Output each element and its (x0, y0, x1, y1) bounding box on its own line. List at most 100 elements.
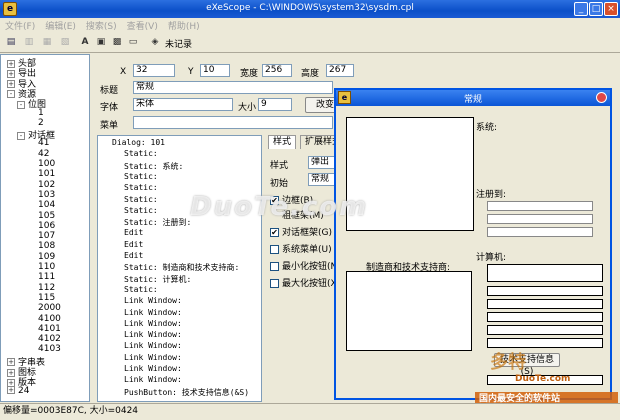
control-list-item[interactable]: Link Window: (124, 319, 182, 328)
style-checkbox[interactable]: 最大化按钮(X) (270, 276, 340, 289)
menu-field[interactable] (133, 116, 333, 129)
checkbox-unchecked-icon[interactable] (270, 245, 279, 254)
control-list-item[interactable]: Edit (124, 228, 143, 237)
tree-node[interactable]: 103 (27, 190, 55, 200)
tree-node[interactable]: 109 (27, 252, 55, 262)
checkbox-unchecked-icon[interactable] (270, 262, 279, 271)
menu-view[interactable]: 查看(V) (122, 18, 163, 32)
control-list-item[interactable]: Static: (124, 183, 158, 192)
menu-help[interactable]: 帮助(H) (163, 18, 205, 32)
tree-node[interactable]: 2 (27, 118, 44, 128)
registered-line-1 (487, 201, 593, 211)
control-list-item[interactable]: PushButton: 技术支持信息(&S) (124, 387, 249, 398)
style-checkbox[interactable]: 系统菜单(U) (270, 242, 332, 255)
tree-node[interactable]: 102 (27, 180, 55, 190)
control-list-item[interactable]: Static: 注册到: (124, 217, 191, 228)
x-label: X (120, 67, 127, 77)
y-field[interactable]: 10 (200, 64, 230, 77)
preview-close-icon[interactable] (596, 92, 607, 103)
window-icon[interactable]: ▭ (126, 36, 140, 49)
tree-node[interactable]: 41 (27, 138, 49, 148)
control-list-item[interactable]: Static: 计算机: (124, 274, 191, 285)
tree-node[interactable]: 4100 (27, 314, 61, 324)
tree-node[interactable]: 2000 (27, 303, 61, 313)
control-list-item[interactable]: Link Window: (124, 330, 182, 339)
tree-node[interactable]: 108 (27, 241, 55, 251)
tab-style[interactable]: 样式 (268, 135, 297, 149)
control-list-item[interactable]: Static: 系统: (124, 161, 183, 172)
toolbar: ▤ ▥ ▦ ▧ A ▣ ▩ ▭ ◈ 未记录 (0, 33, 620, 53)
tree-expander-icon[interactable]: + (7, 386, 15, 395)
tree-node[interactable]: 110 (27, 262, 55, 272)
control-list-item[interactable]: Dialog: 101 (112, 138, 165, 147)
control-list-item[interactable]: Link Window: (124, 341, 182, 350)
tree-node[interactable]: 105 (27, 211, 55, 221)
control-list-item[interactable]: Edit (124, 251, 143, 260)
tree-expander-icon[interactable]: - (7, 90, 15, 99)
tree-node[interactable]: 101 (27, 169, 55, 179)
open-icon[interactable]: ▤ (4, 36, 18, 49)
export-icon[interactable]: ▦ (40, 36, 54, 49)
tree-node-label: 107 (38, 231, 56, 242)
tree-expander-icon[interactable]: - (17, 131, 25, 140)
checkbox-unchecked-icon[interactable] (270, 279, 279, 288)
computer-label: 计算机: (476, 250, 507, 263)
minimize-button[interactable]: _ (574, 2, 588, 16)
tree-node[interactable]: 42 (27, 149, 49, 159)
style-checkbox[interactable]: ✔ 对话框架(G) (270, 225, 332, 238)
control-list-item[interactable]: Static: (124, 206, 158, 215)
font-field[interactable]: 宋体 (133, 98, 233, 111)
tree-node-label: 101 (38, 169, 56, 180)
control-list-item[interactable]: Link Window: (124, 296, 182, 305)
control-list-item[interactable]: Link Window: (124, 353, 182, 362)
control-list-item[interactable]: Edit (124, 240, 143, 249)
title-field[interactable]: 常规 (133, 81, 333, 94)
menu-file[interactable]: 文件(F) (0, 18, 40, 32)
style-checkbox[interactable]: 最小化按钮(N) (270, 259, 341, 272)
font-icon[interactable]: A (78, 36, 92, 49)
tree-node[interactable]: 4101 (27, 324, 61, 334)
tree-node[interactable]: 4103 (27, 344, 61, 354)
registered-label: 注册到: (476, 187, 507, 200)
x-field[interactable]: 32 (133, 64, 175, 77)
control-list-item[interactable]: Static: (124, 172, 158, 181)
size-field[interactable]: 9 (258, 98, 292, 111)
resource-tree[interactable]: + 头部 + 导出 + 导入 - 资源 - 位图 1 2- 对话框 41 42 100 101 102 103 104… (0, 54, 90, 402)
dialog-control-list[interactable]: Dialog: 101 Static: Static: 系统: Static: Stat… (97, 135, 262, 402)
import-icon[interactable]: ▧ (58, 36, 72, 49)
tree-node[interactable]: 4102 (27, 334, 61, 344)
tree-node[interactable]: 115 (27, 293, 55, 303)
menu-edit[interactable]: 编辑(E) (40, 18, 81, 32)
close-button[interactable]: × (604, 2, 618, 16)
control-list-item[interactable]: Static: 制造商和技术支持商: (124, 262, 239, 273)
tree-node[interactable]: +24 (7, 386, 29, 396)
save-icon[interactable]: ▥ (22, 36, 36, 49)
tree-node[interactable]: 1 (27, 108, 44, 118)
tree-node[interactable]: 106 (27, 221, 55, 231)
control-list-item[interactable]: Static: (124, 195, 158, 204)
status-bar: 偏移量=0003E87C, 大小=0424 (0, 403, 620, 420)
menu-search[interactable]: 搜索(S) (81, 18, 122, 32)
control-list-item[interactable]: Static: (124, 149, 158, 158)
height-field[interactable]: 267 (326, 64, 354, 77)
tree-expander-icon[interactable]: - (17, 100, 25, 109)
maximize-button[interactable]: □ (589, 2, 603, 16)
style-label: 样式 (270, 161, 289, 171)
tree-node[interactable]: 111 (27, 272, 55, 282)
control-list-item[interactable]: Link Window: (124, 364, 182, 373)
tree-node-label: 112 (38, 282, 56, 293)
picture-icon[interactable]: ▩ (110, 36, 124, 49)
tree-node[interactable]: 100 (27, 159, 55, 169)
control-list-item[interactable]: Static: (124, 285, 158, 294)
checkbox-label: 系统菜单(U) (282, 245, 332, 255)
control-list-item[interactable]: Link Window: (124, 375, 182, 384)
tree-node[interactable]: 104 (27, 200, 55, 210)
properties-icon[interactable]: ▣ (94, 36, 108, 49)
checkbox-checked-icon[interactable]: ✔ (270, 228, 279, 237)
tree-node[interactable]: 107 (27, 231, 55, 241)
control-list-item[interactable]: Link Window: (124, 308, 182, 317)
record-icon[interactable]: ◈ (148, 36, 162, 49)
tree-node-label: 103 (38, 189, 56, 200)
width-field[interactable]: 256 (262, 64, 292, 77)
tree-node[interactable]: 112 (27, 283, 55, 293)
